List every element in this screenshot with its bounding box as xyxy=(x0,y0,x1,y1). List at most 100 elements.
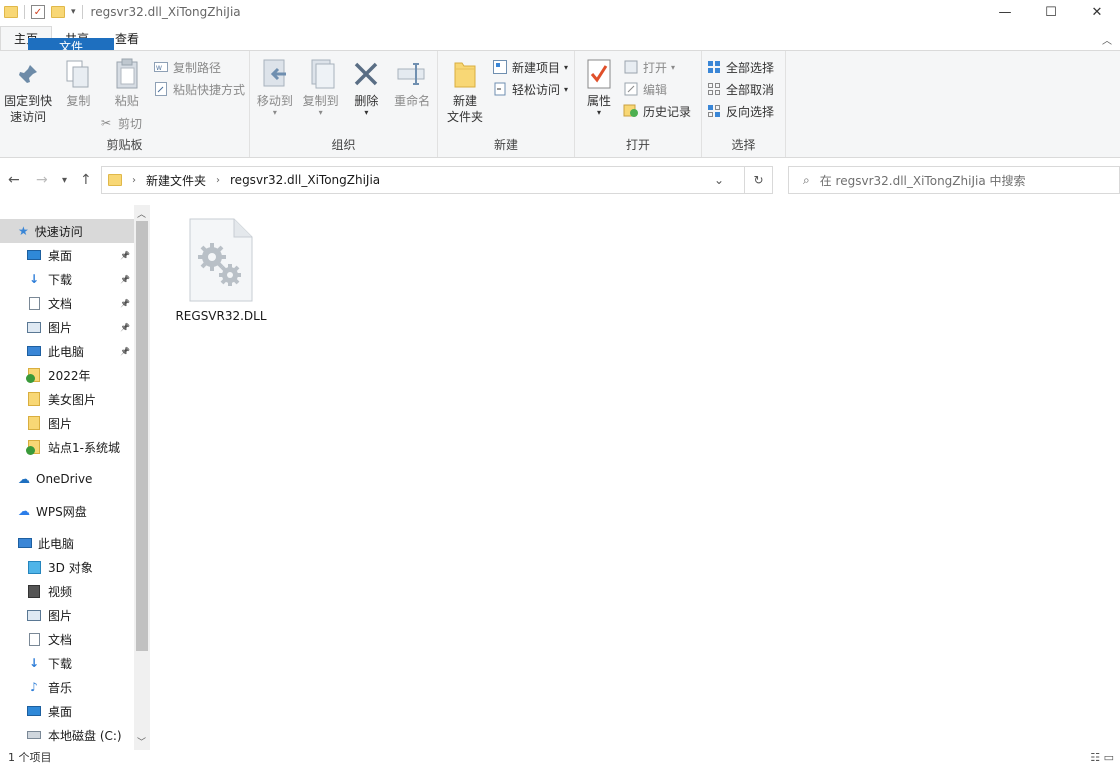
nav-item[interactable]: 本地磁盘 (C:) xyxy=(0,723,150,747)
copy-path-button[interactable]: W 复制路径 xyxy=(153,59,245,75)
nav-item[interactable]: 桌面 xyxy=(0,699,150,723)
paste-shortcut-label: 粘贴快捷方式 xyxy=(172,82,245,97)
pin-icon[interactable]: 📌 xyxy=(120,251,130,260)
select-group-label: 选择 xyxy=(731,138,756,152)
scroll-down-icon[interactable]: ﹀ xyxy=(137,735,146,748)
scroll-up-icon[interactable]: ︿ xyxy=(137,207,146,220)
nav-item[interactable]: 站点1-系统城 xyxy=(0,435,150,459)
folder-icon xyxy=(26,416,42,430)
new-group-label: 新建 xyxy=(493,138,518,152)
nav-quick-access[interactable]: ★ 快速访问 xyxy=(0,219,150,243)
nav-item[interactable]: 图片 xyxy=(0,411,150,435)
select-none-icon xyxy=(706,81,722,97)
nav-this-pc[interactable]: 此电脑 xyxy=(0,531,150,555)
breadcrumb: › 新建文件夹 › regsvr32.dll_XiTongZhiJia xyxy=(102,172,380,189)
nav-item[interactable]: 视频 xyxy=(0,579,150,603)
picture-icon xyxy=(26,321,42,333)
maximize-button[interactable]: ☐ xyxy=(1028,0,1074,24)
organize-group: 移动到 ▾ 复制到 ▾ 删除 ▾ 重命名 组织 xyxy=(250,51,438,157)
copy-label: 复制 xyxy=(66,94,91,108)
up-arrow-icon[interactable]: ↑ xyxy=(80,172,92,188)
dropdown-arrow-icon: ▾ xyxy=(364,108,369,117)
nav-item[interactable]: 2022年 xyxy=(0,363,150,387)
chevron-up-icon[interactable]: ︿ xyxy=(1102,32,1112,47)
nav-scrollbar[interactable]: ︿ ﹀ xyxy=(134,205,150,750)
chevron-down-icon[interactable]: ⌄ xyxy=(714,173,724,187)
select-none-button[interactable]: 全部取消 xyxy=(706,81,774,97)
svg-text:W: W xyxy=(156,65,162,72)
select-all-button[interactable]: 全部选择 xyxy=(706,59,774,75)
nav-label: 下载 xyxy=(48,656,73,671)
paste-shortcut-button[interactable]: 粘贴快捷方式 xyxy=(153,81,245,97)
forward-arrow-icon[interactable]: → xyxy=(36,172,48,188)
nav-item[interactable]: 此电脑 📌 xyxy=(0,339,150,363)
nav-wps-cloud[interactable]: ☁ WPS网盘 xyxy=(0,499,150,523)
status-bar: 1 个项目 ☷ ▭ xyxy=(0,750,1120,765)
edit-icon xyxy=(623,81,639,97)
pin-icon[interactable]: 📌 xyxy=(120,299,130,308)
recent-locations-icon[interactable]: ▾ xyxy=(62,175,67,186)
file-list[interactable]: REGSVR32.DLL xyxy=(150,205,1120,750)
refresh-icon[interactable]: ↻ xyxy=(744,167,772,193)
video-icon xyxy=(26,584,42,598)
easy-access-icon xyxy=(492,81,508,97)
navigation-pane[interactable]: ★ 快速访问 桌面 📌 ↓ 下载 📌 文档 📌 图片 📌 此电脑 📌 2022年 美女图片 图片 站点1-系… xyxy=(0,205,150,750)
pin-label-2: 速访问 xyxy=(10,110,47,124)
nav-label: 图片 xyxy=(48,320,73,335)
customize-toolbar-icon[interactable]: ▾ xyxy=(71,7,76,17)
nav-onedrive[interactable]: ☁ OneDrive xyxy=(0,467,150,491)
scrollbar-thumb[interactable] xyxy=(136,221,148,651)
copy-path-icon: W xyxy=(153,59,169,75)
new-item-label: 新建项目 xyxy=(512,60,561,75)
edit-button[interactable]: 编辑 xyxy=(623,81,691,97)
details-view-icon[interactable]: ☷ ▭ xyxy=(1090,750,1114,765)
nav-label: 2022年 xyxy=(48,368,91,383)
nav-item[interactable]: ↓ 下载 xyxy=(0,651,150,675)
nav-label: 桌面 xyxy=(48,248,73,263)
history-icon xyxy=(623,103,639,119)
chevron-right-icon[interactable]: › xyxy=(132,175,136,186)
easy-access-label: 轻松访问 xyxy=(512,82,561,97)
nav-item[interactable]: 3D 对象 xyxy=(0,555,150,579)
cut-button[interactable]: ✂ 剪切 xyxy=(98,115,142,131)
nav-item[interactable]: ↓ 下载 📌 xyxy=(0,267,150,291)
nav-item[interactable]: 桌面 📌 xyxy=(0,243,150,267)
edit-label: 编辑 xyxy=(643,82,668,97)
window-title: regsvr32.dll_XiTongZhiJia xyxy=(90,5,241,19)
search-input[interactable]: ⌕ 在 regsvr32.dll_XiTongZhiJia 中搜索 xyxy=(788,166,1120,194)
breadcrumb-item[interactable]: 新建文件夹 xyxy=(146,172,206,189)
pin-icon[interactable]: 📌 xyxy=(120,323,130,332)
nav-item[interactable]: 图片 📌 xyxy=(0,315,150,339)
item-count: 1 个项目 xyxy=(8,751,52,764)
nav-label: 桌面 xyxy=(48,704,73,719)
nav-item[interactable]: 文档 📌 xyxy=(0,291,150,315)
breadcrumb-item[interactable]: regsvr32.dll_XiTongZhiJia xyxy=(230,173,380,187)
pin-icon[interactable]: 📌 xyxy=(120,275,130,284)
new-folder-quick-icon[interactable] xyxy=(51,6,65,18)
nav-item[interactable]: 美女图片 xyxy=(0,387,150,411)
file-item[interactable]: REGSVR32.DLL xyxy=(175,217,267,323)
new-item-button[interactable]: 新建项目 ▾ xyxy=(492,59,568,75)
document-icon xyxy=(26,632,42,646)
open-button[interactable]: 打开 ▾ xyxy=(623,59,691,75)
nav-item[interactable]: ♪ 音乐 xyxy=(0,675,150,699)
address-bar[interactable]: › 新建文件夹 › regsvr32.dll_XiTongZhiJia ⌄ ↻ xyxy=(101,166,773,194)
back-arrow-icon[interactable]: ← xyxy=(8,172,20,188)
nav-item[interactable]: 图片 xyxy=(0,603,150,627)
nav-label: 图片 xyxy=(48,416,73,431)
chevron-right-icon[interactable]: › xyxy=(216,175,220,186)
history-button[interactable]: 历史记录 xyxy=(623,103,691,119)
copy-icon xyxy=(62,57,94,91)
pin-icon[interactable]: 📌 xyxy=(120,347,130,356)
folder-icon xyxy=(108,174,122,186)
close-button[interactable]: ✕ xyxy=(1074,0,1120,24)
computer-icon xyxy=(26,346,42,356)
pin-label-1: 固定到快 xyxy=(4,94,53,108)
properties-quick-icon[interactable]: ✓ xyxy=(31,5,45,19)
easy-access-button[interactable]: 轻松访问 ▾ xyxy=(492,81,568,97)
nav-item[interactable]: 文档 xyxy=(0,627,150,651)
invert-selection-button[interactable]: 反向选择 xyxy=(706,103,774,119)
minimize-button[interactable]: — xyxy=(982,0,1028,24)
folder-icon xyxy=(26,392,42,406)
new-folder-label-2: 文件夹 xyxy=(446,110,483,124)
